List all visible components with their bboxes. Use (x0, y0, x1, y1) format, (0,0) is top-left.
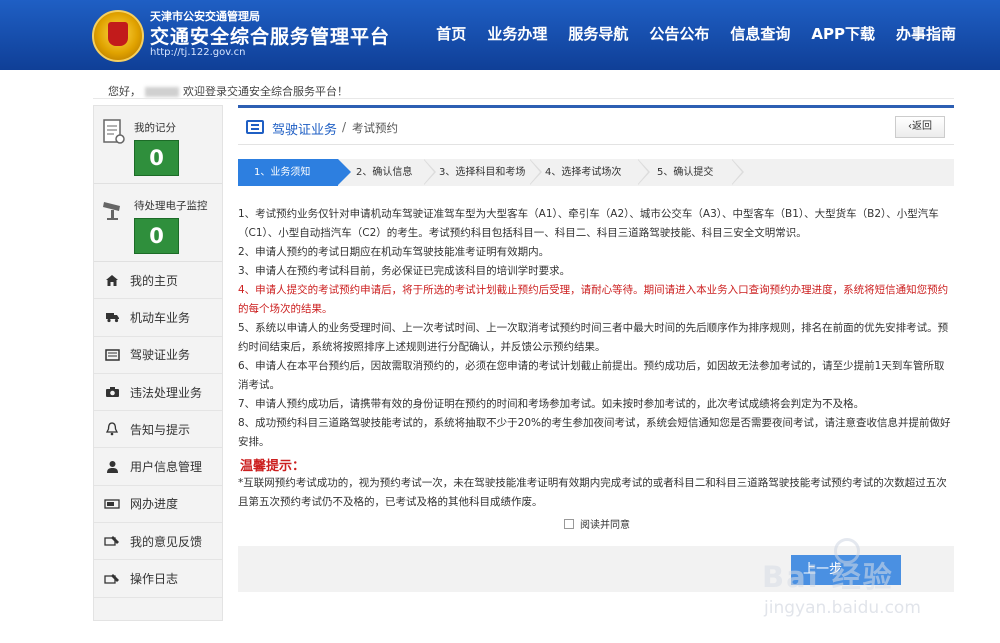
breadcrumb: 驾驶证业务 / 考试预约 ‹返回 (238, 105, 954, 145)
main-nav: 首页 业务办理 服务导航 公告公布 信息查询 APP下载 办事指南 (415, 23, 956, 44)
sidebar-item-notice[interactable]: 告知与提示 (94, 411, 222, 449)
back-button[interactable]: ‹返回 (895, 116, 945, 138)
sidebar-item-label: 我的意见反馈 (130, 534, 203, 549)
card-list-icon (246, 120, 264, 134)
step-progress: 1、业务须知 2、确认信息 3、选择科目和考场 4、选择考试场次 5、确认提交 (238, 159, 954, 186)
baidu-watermark: Bai 经验 jingyan.baidu.com (752, 530, 952, 630)
sidebar-item-progress[interactable]: 网办进度 (94, 486, 222, 524)
step-3: 3、选择科目和考场 (424, 159, 542, 186)
agree-label: 阅读并同意 (580, 520, 630, 531)
sidebar-item-feedback[interactable]: 我的意见反馈 (94, 523, 222, 561)
checkbox-box[interactable] (564, 518, 574, 529)
welcome-suffix: 欢迎登录交通安全综合服务平台！ (183, 85, 348, 98)
agree-checkbox[interactable]: 阅读并同意 (564, 516, 630, 531)
step-label: 4、选择考试场次 (545, 167, 622, 178)
nav-info-query[interactable]: 信息查询 (730, 23, 790, 44)
stat-label: 待处理电子监控 (134, 200, 208, 212)
sidebar-item-label: 网办进度 (130, 497, 179, 512)
sidebar-item-home[interactable]: 我的主页 (94, 262, 222, 300)
home-icon (104, 273, 120, 287)
welcome-message: 您好， 欢迎登录交通安全综合服务平台！ (108, 83, 348, 99)
feedback-icon (104, 534, 120, 548)
business-rules: 1、考试预约业务仅针对申请机动车驾驶证准驾车型为大型客车（A1）、牵引车（A2）… (238, 205, 954, 452)
breadcrumb-current: 考试预约 (352, 121, 398, 135)
progress-icon (104, 497, 120, 511)
card-icon (104, 348, 120, 362)
rule-5: 5、系统以申请人的业务受理时间、上一次考试时间、上一次取消考试预约时间三者中最大… (238, 322, 949, 353)
rule-6: 6、申请人在本平台预约后，因故需取消预约的，必须在您申请的考试计划截止前提出。预… (238, 360, 945, 391)
sidebar-item-vehicle[interactable]: 机动车业务 (94, 299, 222, 337)
nav-guide[interactable]: 办事指南 (896, 23, 956, 44)
document-score-icon (103, 119, 125, 144)
step-5: 5、确认提交 (638, 159, 744, 186)
sidebar-item-label: 用户信息管理 (130, 460, 203, 475)
camera-icon (104, 385, 120, 399)
log-icon (104, 572, 120, 586)
step-label: 5、确认提交 (657, 167, 714, 178)
site-title[interactable]: 交通安全综合服务管理平台 (150, 22, 390, 49)
rule-4: 4、申请人提交的考试预约申请后，将于所选的考试计划截止预约后受理，请耐心等待。期… (238, 284, 949, 315)
camera-monitor-icon (103, 202, 120, 220)
nav-home[interactable]: 首页 (436, 23, 466, 44)
nav-service-guide[interactable]: 服务导航 (568, 23, 628, 44)
step-1: 1、业务须知 (238, 159, 351, 186)
sidebar-item-license[interactable]: 驾驶证业务 (94, 337, 222, 374)
sidebar-item-user-info[interactable]: 用户信息管理 (94, 448, 222, 486)
sidebar-item-label: 违法处理业务 (130, 385, 203, 400)
bell-icon (104, 422, 120, 436)
user-icon (104, 460, 120, 474)
truck-icon (104, 310, 120, 324)
back-button-label: 返回 (912, 121, 932, 132)
rule-3: 3、申请人在预约考试科目前，务必保证已完成该科目的培训学时要求。 (238, 265, 571, 277)
stat-value: 0 (134, 140, 179, 176)
stat-my-score[interactable]: 我的记分 0 (94, 106, 222, 184)
breadcrumb-main[interactable]: 驾驶证业务 (272, 119, 337, 138)
sidebar-item-log[interactable]: 操作日志 (94, 560, 222, 598)
step-label: 3、选择科目和考场 (439, 167, 526, 178)
watermark-text: Bai 经验 (762, 560, 894, 594)
rule-8: 8、成功预约科目三道路驾驶技能考试的，系统将抽取不少于20%的考生参加夜间考试，… (238, 417, 951, 448)
rule-7: 7、申请人预约成功后，请携带有效的身份证明在预约的时间和考场参加考试。如未按时参… (238, 398, 865, 410)
step-4: 4、选择考试场次 (530, 159, 650, 186)
top-header: 天津市公安交通管理局 交通安全综合服务管理平台 http://tj.122.go… (0, 0, 1000, 70)
sidebar-item-violation[interactable]: 违法处理业务 (94, 374, 222, 412)
rule-2: 2、申请人预约的考试日期应在机动车驾驶技能准考证明有效期内。 (238, 246, 550, 258)
nav-app-download[interactable]: APP下载 (811, 23, 875, 44)
stat-pending-monitor[interactable]: 待处理电子监控 0 (94, 184, 222, 262)
site-url: http://tj.122.gov.cn (150, 47, 246, 58)
watermark-url: jingyan.baidu.com (764, 598, 921, 618)
sidebar-item-label: 告知与提示 (130, 422, 191, 437)
stat-value: 0 (134, 218, 179, 254)
nav-business[interactable]: 业务办理 (487, 23, 547, 44)
masked-username (145, 87, 179, 97)
nav-announcements[interactable]: 公告公布 (649, 23, 709, 44)
welcome-prefix: 您好， (108, 85, 141, 98)
tips-body: *互联网预约考试成功的，视为预约考试一次，未在驾驶技能准考证明有效期内完成考试的… (238, 477, 947, 508)
sidebar-item-label: 机动车业务 (130, 310, 191, 325)
step-label: 2、确认信息 (356, 167, 413, 178)
step-label: 1、业务须知 (254, 167, 311, 178)
sidebar-item-label: 驾驶证业务 (130, 348, 191, 363)
welcome-divider (93, 98, 954, 99)
sidebar-item-label: 操作日志 (130, 572, 179, 587)
police-emblem-icon (92, 10, 144, 62)
rule-1: 1、考试预约业务仅针对申请机动车驾驶证准驾车型为大型客车（A1）、牵引车（A2）… (238, 208, 939, 239)
sidebar: 我的记分 0 待处理电子监控 0 我的主页 机动车业务 驾驶证业务 违法处理业务… (93, 105, 223, 621)
breadcrumb-separator: / (342, 120, 347, 134)
tips-title: 温馨提示： (240, 459, 306, 474)
stat-label: 我的记分 (134, 122, 176, 134)
sidebar-item-label: 我的主页 (130, 273, 179, 288)
